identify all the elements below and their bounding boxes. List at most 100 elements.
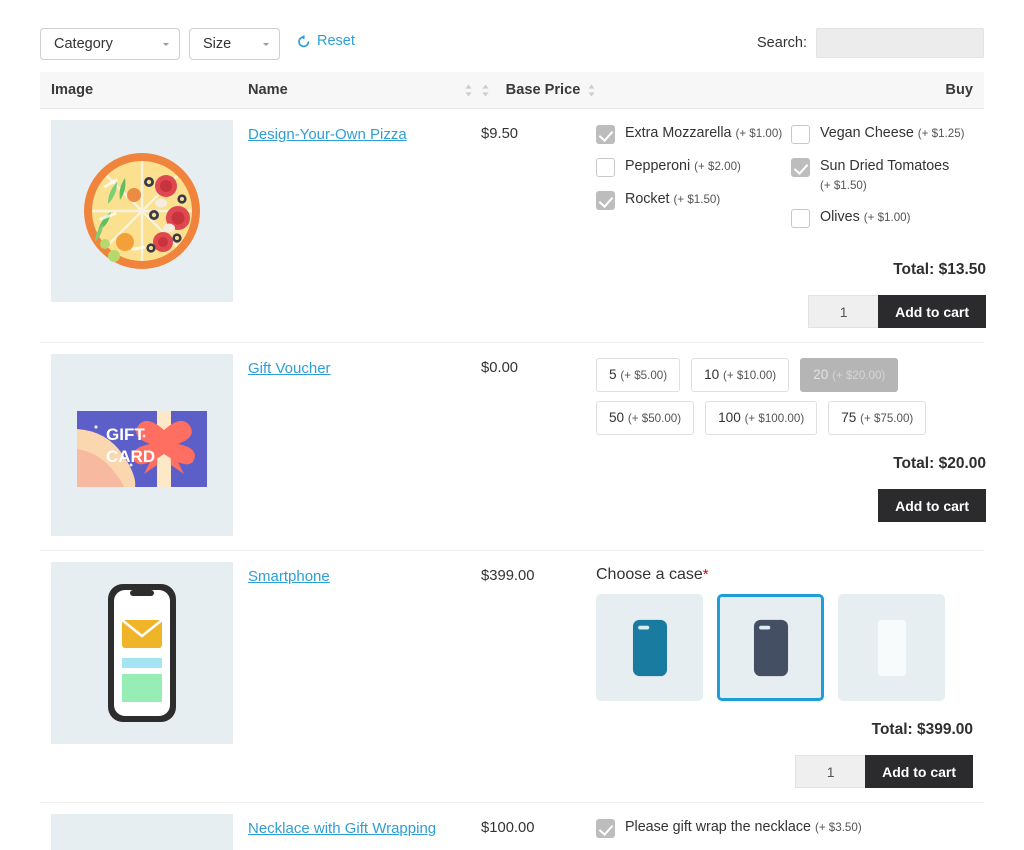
product-options-cell: Choose a case* <box>596 562 984 788</box>
chip-amount: (+ $75.00) <box>860 412 913 425</box>
reset-label: Reset <box>317 33 355 49</box>
addon-label: Olives <box>820 209 860 225</box>
checkbox-unchecked-icon[interactable] <box>791 209 810 228</box>
addon-option[interactable]: Rocket (+ $1.50) <box>596 190 791 210</box>
chip-amount: (+ $5.00) <box>620 369 667 382</box>
product-name-cell: Gift Voucher <box>248 354 481 536</box>
checkbox-unchecked-icon[interactable] <box>791 125 810 144</box>
chip-value: 20 <box>813 367 828 382</box>
addon-column-right: Vegan Cheese (+ $1.25) Sun Dried Tomatoe… <box>791 124 986 241</box>
add-to-cart-button[interactable]: Add to cart <box>878 295 986 328</box>
pizza-image <box>51 120 233 302</box>
product-options-cell: Please gift wrap the necklace (+ $3.50) … <box>596 814 984 850</box>
addon-option[interactable]: Extra Mozzarella (+ $1.00) <box>596 124 791 144</box>
addon-label: Extra Mozzarella <box>625 125 731 141</box>
voucher-chip[interactable]: 10 (+ $10.00) <box>691 358 789 392</box>
total-label: Total: $20.00 <box>596 455 986 473</box>
product-image-cell <box>40 562 248 788</box>
checkbox-unchecked-icon[interactable] <box>596 158 615 177</box>
size-select[interactable]: Size <box>189 28 280 60</box>
chip-value: 10 <box>704 367 719 382</box>
voucher-amount-chips: 5 (+ $5.00) 10 (+ $10.00) 20 (+ $20.00) … <box>596 358 986 435</box>
reset-button[interactable]: Reset <box>296 33 355 49</box>
product-link[interactable]: Gift Voucher <box>248 360 331 377</box>
chip-amount: (+ $50.00) <box>628 412 681 425</box>
case-swatch-clear[interactable] <box>838 594 945 701</box>
checkbox-checked-icon[interactable] <box>596 191 615 210</box>
sort-icon <box>481 84 490 97</box>
voucher-chip[interactable]: 75 (+ $75.00) <box>828 401 926 435</box>
case-swatch-blue[interactable] <box>596 594 703 701</box>
voucher-chip[interactable]: 100 (+ $100.00) <box>705 401 817 435</box>
products-table: Image Name Base Price <box>40 72 984 850</box>
chip-amount: (+ $100.00) <box>745 412 805 425</box>
chip-value: 100 <box>718 410 741 425</box>
svg-text:CARD: CARD <box>106 447 155 466</box>
product-price-cell: $100.00 <box>481 814 596 850</box>
addon-label: Pepperoni <box>625 158 690 174</box>
product-link[interactable]: Smartphone <box>248 568 330 585</box>
product-image-cell <box>40 814 248 850</box>
search-input[interactable] <box>816 28 984 58</box>
smartphone-image <box>51 562 233 744</box>
total-label: Total: $399.00 <box>596 721 973 739</box>
necklace-image <box>51 814 233 850</box>
quantity-input[interactable] <box>795 755 865 788</box>
add-to-cart-button[interactable]: Add to cart <box>878 489 986 522</box>
checkbox-checked-icon[interactable] <box>791 158 810 177</box>
product-link[interactable]: Necklace with Gift Wrapping <box>248 820 436 837</box>
filter-toolbar: Category Size Reset Search: <box>40 28 984 62</box>
chip-value: 75 <box>841 410 856 425</box>
product-link[interactable]: Design-Your-Own Pizza <box>248 126 407 143</box>
category-select-label: Category <box>54 36 160 52</box>
addon-price: (+ $1.50) <box>673 193 720 206</box>
add-to-cart-button[interactable]: Add to cart <box>865 755 973 788</box>
case-swatch-picker <box>596 594 973 701</box>
column-header-buy: Buy <box>596 82 984 98</box>
addon-option[interactable]: Please gift wrap the necklace (+ $3.50) <box>596 818 973 838</box>
addon-option[interactable]: Pepperoni (+ $2.00) <box>596 157 791 177</box>
checkbox-checked-icon[interactable] <box>596 819 615 838</box>
checkbox-checked-icon[interactable] <box>596 125 615 144</box>
search-area: Search: <box>757 28 984 58</box>
reset-arrow-icon <box>296 34 311 49</box>
table-row: GIFT CARD Gift Voucher $0.00 5 (+ $5.00) <box>40 343 984 551</box>
buy-controls: Add to cart <box>596 755 973 788</box>
voucher-chip[interactable]: 5 (+ $5.00) <box>596 358 680 392</box>
required-asterisk: * <box>703 566 709 583</box>
product-price-cell: $0.00 <box>481 354 596 536</box>
svg-text:GIFT: GIFT <box>106 425 145 444</box>
category-select[interactable]: Category <box>40 28 180 60</box>
table-header-row: Image Name Base Price <box>40 72 984 109</box>
chip-amount: (+ $10.00) <box>723 369 776 382</box>
addon-option[interactable]: Sun Dried Tomatoes (+ $1.50) <box>791 157 986 195</box>
case-swatch-dark[interactable] <box>717 594 824 701</box>
column-header-base-price[interactable]: Base Price <box>481 82 596 98</box>
product-name-cell: Necklace with Gift Wrapping <box>248 814 481 850</box>
addon-option[interactable]: Vegan Cheese (+ $1.25) <box>791 124 986 144</box>
column-header-image: Image <box>40 82 248 98</box>
voucher-chip[interactable]: 50 (+ $50.00) <box>596 401 694 435</box>
quantity-input[interactable] <box>808 295 878 328</box>
addon-label: Sun Dried Tomatoes <box>820 158 949 174</box>
product-options-cell: 5 (+ $5.00) 10 (+ $10.00) 20 (+ $20.00) … <box>596 354 997 536</box>
buy-controls: Add to cart <box>596 489 986 522</box>
addon-price: (+ $2.00) <box>694 160 741 173</box>
product-table-page: Category Size Reset Search: <box>0 0 1024 850</box>
voucher-chip-selected[interactable]: 20 (+ $20.00) <box>800 358 898 392</box>
product-price-cell: $399.00 <box>481 562 596 788</box>
addon-label: Please gift wrap the necklace <box>625 819 811 835</box>
chip-value: 50 <box>609 410 624 425</box>
table-row: Smartphone $399.00 Choose a case* <box>40 551 984 803</box>
column-header-name[interactable]: Name <box>248 82 481 98</box>
product-options-cell: Extra Mozzarella (+ $1.00) Pepperoni (+ … <box>596 120 997 328</box>
product-name-cell: Smartphone <box>248 562 481 788</box>
addon-price: (+ $3.50) <box>815 821 862 834</box>
buy-controls: Add to cart <box>596 295 986 328</box>
gift-card-image: GIFT CARD <box>51 354 233 536</box>
size-select-label: Size <box>203 36 260 52</box>
choose-case-label: Choose a case* <box>596 566 973 584</box>
addon-option[interactable]: Olives (+ $1.00) <box>791 208 986 228</box>
addon-label: Rocket <box>625 191 670 207</box>
total-label: Total: $13.50 <box>596 261 986 279</box>
